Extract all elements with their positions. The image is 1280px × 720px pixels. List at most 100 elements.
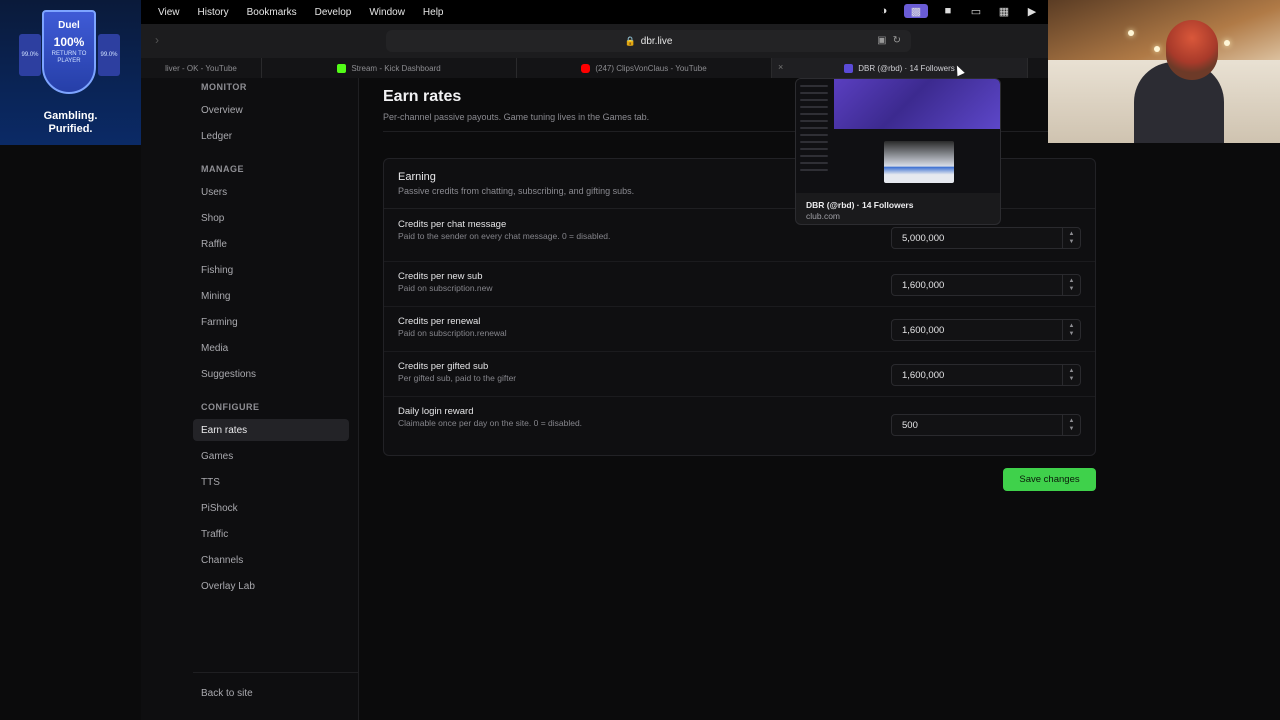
stepper[interactable]: ▲ ▼ [1062,275,1080,295]
increment-icon[interactable]: ▲ [1069,417,1075,425]
youtube-favicon-icon [581,63,591,73]
group-configure: CONFIGURE [201,402,260,412]
browser-toolbar: › 🔒 dbr.live ▣ ↻ [141,24,1048,58]
gifted-sub-credits-input[interactable]: ▲▼ [891,364,1081,386]
stepper[interactable]: ▲ ▼ [1062,228,1080,248]
sidebar-item-shop[interactable]: Shop [193,207,349,229]
increment-icon[interactable]: ▲ [1069,322,1075,330]
tab-youtube-liver[interactable]: liver - OK - YouTube [141,58,262,78]
ad-tagline-line2: Purified. [48,123,93,135]
setting-help: Paid to the sender on every chat message… [398,231,611,241]
play-icon[interactable]: ▶ [1024,4,1040,18]
keyboard-icon[interactable]: ▦ [996,4,1012,18]
sidebar-item-raffle[interactable]: Raffle [193,233,349,255]
menu-history[interactable]: History [198,7,229,18]
reload-icon[interactable]: ↻ [893,35,901,46]
lamp-light [1128,30,1134,36]
save-changes-button[interactable]: Save changes [1003,468,1096,491]
increment-icon[interactable]: ▲ [1069,230,1075,238]
ad-tagline: Gambling. Purified. [0,110,141,136]
kick-favicon-icon [337,63,347,73]
duel-shield-logo: Duel 100% RETURN TO PLAYER [42,10,96,94]
tab-youtube-clips[interactable]: (247) ClipsVonClaus - YouTube [517,58,772,78]
number-field[interactable] [892,275,1062,295]
setting-help: Claimable once per day on the site. 0 = … [398,418,583,428]
new-sub-credits-input[interactable]: ▲▼ [891,274,1081,296]
card-title: Earning [398,171,436,183]
tab-kick-dashboard[interactable]: Stream - Kick Dashboard [262,58,517,78]
decrement-icon[interactable]: ▼ [1069,238,1075,246]
sidebar-item-overlay-lab[interactable]: Overlay Lab [193,575,349,597]
stepper[interactable]: ▲ ▼ [1062,365,1080,385]
setting-label: Daily login reward [398,406,474,417]
decrement-icon[interactable]: ▼ [1069,375,1075,383]
screen-share-icon[interactable]: ◑ [876,4,892,18]
tab-bar: liver - OK - YouTube Stream - Kick Dashb… [141,58,1048,78]
tab-hover-preview: DBR (@rbd) · 14 Followers club.com [795,78,1001,225]
back-to-site-link[interactable]: Back to site [193,682,349,704]
sidebar-item-farming[interactable]: Farming [193,311,349,333]
menu-window[interactable]: Window [369,7,405,18]
close-tab-icon[interactable]: × [778,62,783,72]
sidebar-item-traffic[interactable]: Traffic [193,523,349,545]
decrement-icon[interactable]: ▼ [1069,285,1075,293]
menu-help[interactable]: Help [423,7,444,18]
ad-side-panel-right: 99.0% [98,34,120,76]
ad-tagline-line1: Gambling. [43,110,98,122]
setting-label: Credits per gifted sub [398,361,489,372]
sidebar-item-overview[interactable]: Overview [193,99,349,121]
menu-bookmarks[interactable]: Bookmarks [247,7,297,18]
daily-login-reward-input[interactable]: ▲▼ [891,414,1081,436]
sidebar-item-ledger[interactable]: Ledger [193,125,349,147]
sidebar-item-media[interactable]: Media [193,337,349,359]
setting-row-gifted-sub: Credits per gifted sub Per gifted sub, p… [384,352,1095,397]
webcam-overlay [1048,0,1280,143]
decrement-icon[interactable]: ▼ [1069,330,1075,338]
increment-icon[interactable]: ▲ [1069,277,1075,285]
tab-label: liver - OK - YouTube [165,63,237,73]
stepper[interactable]: ▲ ▼ [1062,415,1080,435]
sidebar-item-mining[interactable]: Mining [193,285,349,307]
number-field[interactable] [892,365,1062,385]
translate-icon[interactable]: ▣ [877,35,886,46]
ad-brand: Duel [58,20,80,31]
dbr-favicon-icon [844,63,854,73]
duel-ad-overlay: 99.0% 99.0% Duel 100% RETURN TO PLAYER G… [0,0,141,145]
setting-row-new-sub: Credits per new sub Paid on subscription… [384,262,1095,307]
lamp-light [1224,40,1230,46]
sidebar-item-games[interactable]: Games [193,445,349,467]
number-field[interactable] [892,228,1062,248]
stepper[interactable]: ▲ ▼ [1062,320,1080,340]
increment-icon[interactable]: ▲ [1069,367,1075,375]
sidebar-item-users[interactable]: Users [193,181,349,203]
menu-view[interactable]: View [158,7,180,18]
sidebar-item-fishing[interactable]: Fishing [193,259,349,281]
address-bar[interactable]: 🔒 dbr.live ▣ ↻ [386,30,911,52]
menu-develop[interactable]: Develop [315,7,352,18]
forward-icon[interactable]: › [155,33,159,47]
sidebar-item-suggestions[interactable]: Suggestions [193,363,349,385]
sidebar-item-tts[interactable]: TTS [193,471,349,493]
streamer-head [1166,20,1218,80]
group-monitor: MONITOR [201,82,247,92]
chat-message-credits-input[interactable]: ▲▼ [891,227,1081,249]
number-field[interactable] [892,415,1062,435]
number-field[interactable] [892,320,1062,340]
tab-dbr-active[interactable]: × DBR (@rbd) · 14 Followers [772,58,1028,78]
page-thumbnail [796,79,1000,193]
preview-host: club.com [806,211,841,221]
lamp-light [1154,46,1160,52]
decrement-icon[interactable]: ▼ [1069,425,1075,433]
sidebar-item-pishock[interactable]: PiShock [193,497,349,519]
sidebar-item-channels[interactable]: Channels [193,549,349,571]
renewal-credits-input[interactable]: ▲▼ [891,319,1081,341]
setting-label: Credits per new sub [398,271,483,282]
setting-row-daily-login: Daily login reward Claimable once per da… [384,397,1095,455]
setting-help: Paid on subscription.new [398,283,493,293]
profile-banner-image [834,79,1000,129]
robot-icon[interactable]: ■ [940,4,956,18]
display-icon[interactable]: ▩ [904,4,928,18]
sidebar-item-earn-rates[interactable]: Earn rates [193,419,349,441]
battery-icon[interactable]: ▭ [968,4,984,18]
lock-icon: 🔒 [624,35,636,46]
